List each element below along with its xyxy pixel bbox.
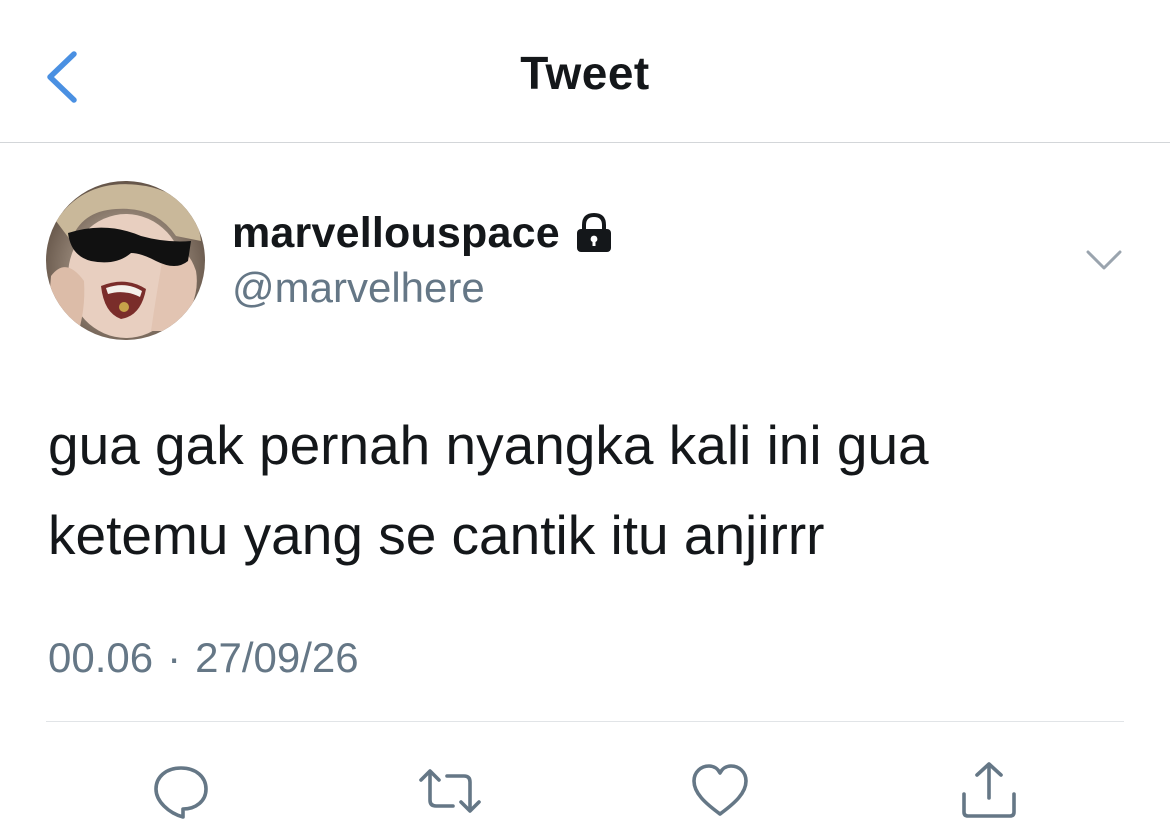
- retweet-icon: [419, 769, 481, 813]
- display-name[interactable]: marvellouspace: [232, 209, 560, 258]
- tweet-text: gua gak pernah nyangka kali ini gua kete…: [48, 400, 1128, 580]
- tweet-text-line: gua gak pernah nyangka kali ini gua: [48, 414, 929, 476]
- tweet-text-line: ketemu yang se cantik itu anjirrr: [48, 504, 825, 566]
- username[interactable]: @marvelhere: [232, 264, 485, 312]
- avatar[interactable]: [46, 181, 205, 340]
- like-button[interactable]: [689, 760, 751, 822]
- timestamp-separator: ·: [167, 634, 182, 681]
- more-options-button[interactable]: [1082, 242, 1126, 278]
- reply-icon: [154, 766, 208, 819]
- tweet-date: 27/09/26: [195, 634, 359, 681]
- page-title: Tweet: [520, 47, 650, 99]
- share-icon: [962, 762, 1016, 818]
- tweet-time: 00.06: [48, 634, 154, 681]
- retweet-button[interactable]: [419, 760, 481, 822]
- divider: [46, 721, 1124, 722]
- like-icon: [692, 764, 748, 816]
- reply-button[interactable]: [150, 760, 212, 822]
- share-button[interactable]: [958, 760, 1020, 822]
- lock-icon: [572, 211, 616, 255]
- display-name-row: marvellouspace: [232, 207, 616, 259]
- tweet-timestamp: 00.06 · 27/09/26: [48, 634, 359, 682]
- top-nav-bar: Tweet: [0, 0, 1170, 143]
- chevron-down-icon: [1086, 250, 1122, 270]
- profile-photo: [46, 181, 205, 340]
